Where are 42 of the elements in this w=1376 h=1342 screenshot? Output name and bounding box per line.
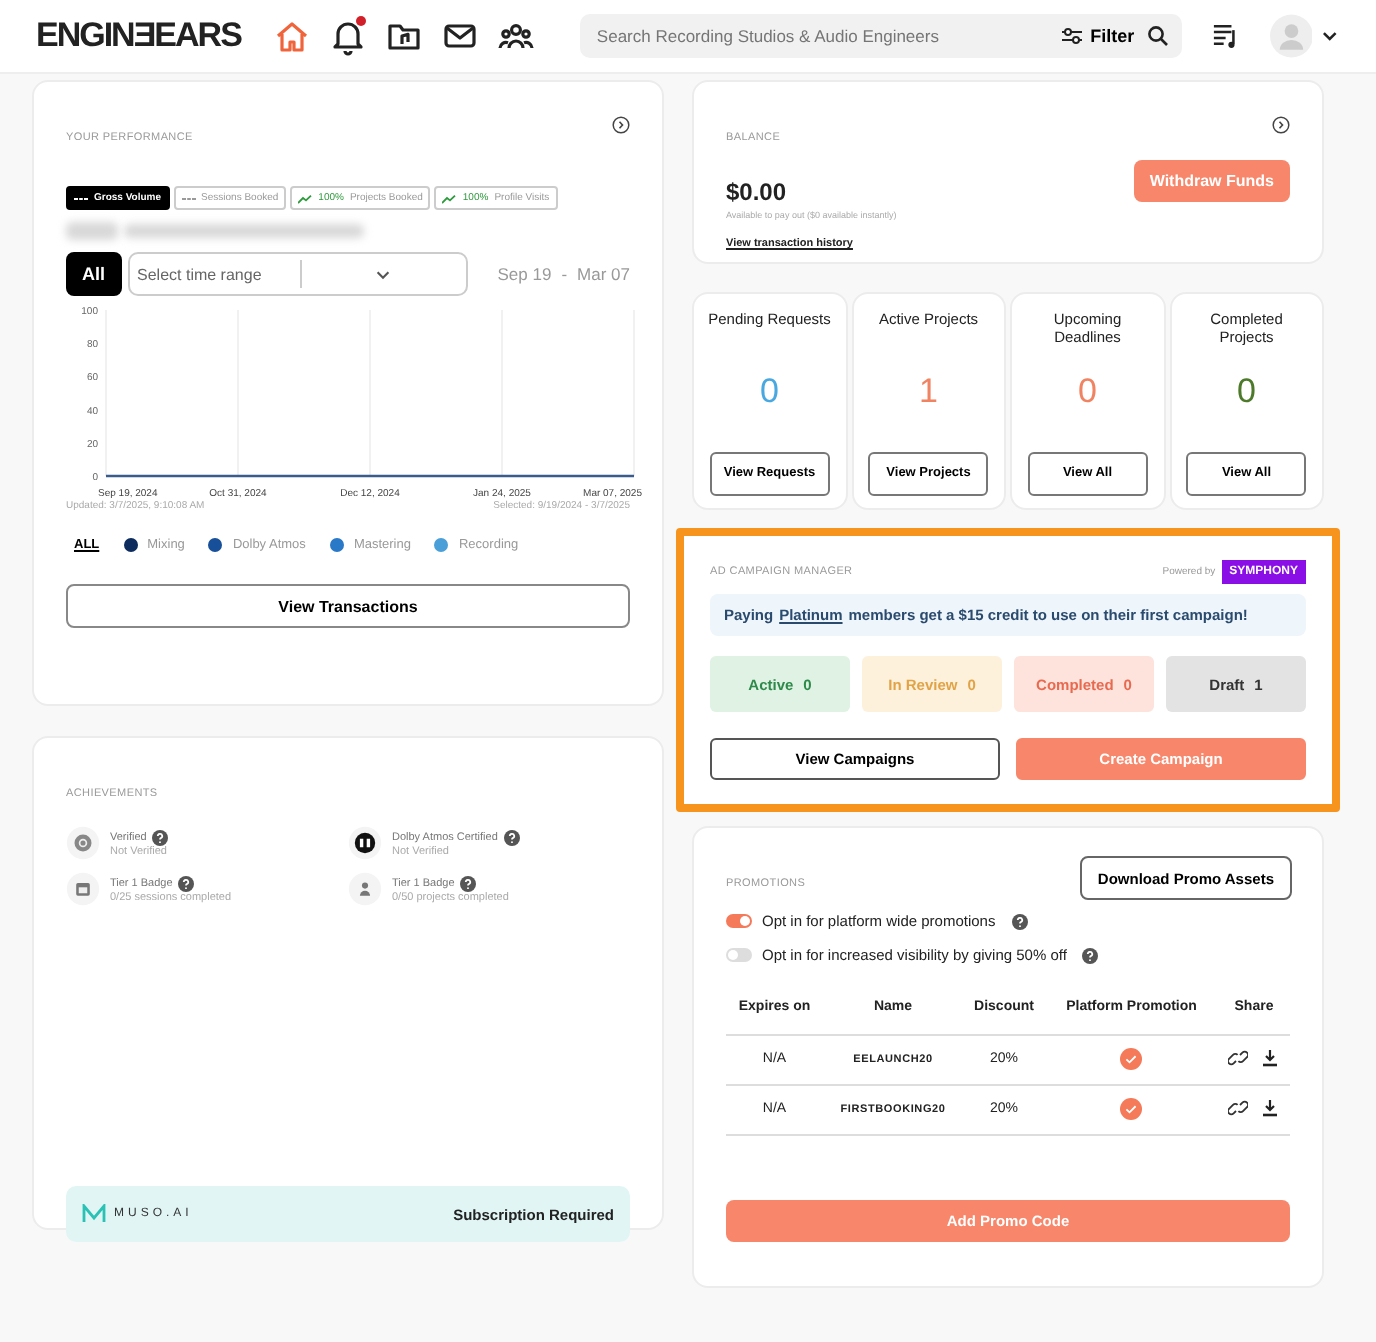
person-icon xyxy=(348,872,382,906)
search-icon[interactable] xyxy=(1146,24,1171,48)
badge-icon xyxy=(66,826,100,860)
toggle-switch[interactable] xyxy=(726,948,752,962)
link-icon[interactable] xyxy=(1228,1047,1248,1067)
home-icon[interactable] xyxy=(272,16,313,56)
stat-value: 0 xyxy=(1237,372,1256,412)
bell-icon[interactable] xyxy=(328,16,369,56)
help-icon[interactable] xyxy=(152,829,169,845)
date-separator: - xyxy=(561,264,568,284)
chevron-down-icon[interactable] xyxy=(1320,26,1340,46)
logo[interactable]: ENGINƎEARS xyxy=(36,16,241,56)
trend-up-icon xyxy=(298,193,313,203)
view-transactions-button[interactable]: View Transactions xyxy=(66,584,630,628)
download-icon[interactable] xyxy=(1260,1047,1280,1067)
link-icon[interactable] xyxy=(1228,1097,1248,1117)
stat-value: 0 xyxy=(1078,372,1097,412)
help-icon[interactable] xyxy=(460,875,477,891)
time-range-select[interactable]: Select time range xyxy=(127,252,468,296)
filter-button[interactable]: Filter xyxy=(1048,24,1147,48)
sliders-icon xyxy=(1060,24,1085,48)
trend-up-icon xyxy=(442,193,457,203)
help-icon[interactable] xyxy=(1082,947,1099,963)
balance-amount: $0.00 xyxy=(726,178,787,206)
help-icon[interactable] xyxy=(1011,913,1028,929)
toggle-switch[interactable] xyxy=(726,914,752,928)
search-field[interactable]: Search Recording Studios & Audio Engineers Filter xyxy=(580,14,1183,58)
calendar-icon xyxy=(66,872,100,906)
stat-value: 1 xyxy=(919,372,938,412)
help-icon[interactable] xyxy=(178,875,195,891)
muso-logo-icon xyxy=(82,1204,106,1224)
info-icon[interactable] xyxy=(1272,116,1290,134)
range-button[interactable]: All xyxy=(66,252,122,296)
info-icon[interactable] xyxy=(612,116,630,134)
stat-value: 0 xyxy=(760,372,779,412)
dashed-line-icon xyxy=(181,193,196,203)
dolby-icon xyxy=(348,826,382,860)
help-icon[interactable] xyxy=(503,829,520,845)
date-label: Mar 07 xyxy=(577,264,630,284)
download-icon[interactable] xyxy=(1260,1097,1280,1117)
dashed-line-icon xyxy=(74,193,88,203)
date-label: Sep 19 xyxy=(497,264,552,284)
